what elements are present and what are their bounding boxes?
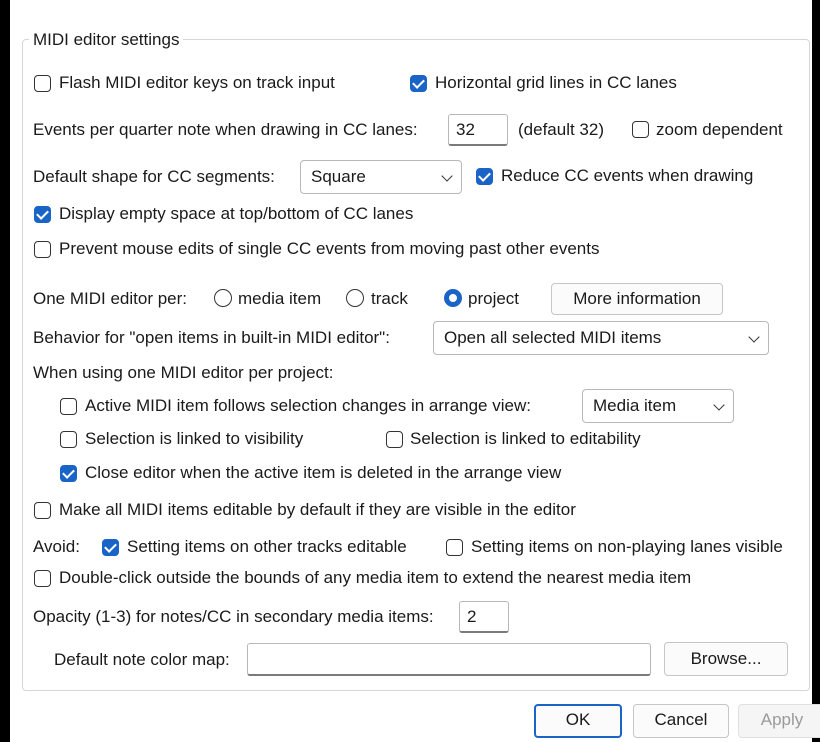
double-click-label: Double-click outside the bounds of any m…: [59, 568, 692, 587]
make-editable-checkbox[interactable]: [34, 502, 51, 519]
chevron-down-icon: [441, 170, 453, 182]
cc-shape-label: Default shape for CC segments:: [33, 167, 275, 186]
note-color-label: Default note color map:: [54, 650, 230, 669]
browse-button[interactable]: Browse...: [664, 642, 788, 676]
preferences-dialog: MIDI editor settings Flash MIDI editor k…: [10, 0, 820, 742]
prevent-edits-checkbox[interactable]: [34, 241, 51, 258]
radio-project-label: project: [468, 289, 520, 308]
close-editor-label: Close editor when the active item is del…: [85, 463, 562, 482]
radio-media-item[interactable]: [214, 289, 232, 307]
open-behavior-label: Behavior for "open items in built-in MID…: [33, 328, 390, 347]
flash-keys-checkbox[interactable]: [34, 75, 51, 92]
open-behavior-value: Open all selected MIDI items: [444, 328, 662, 347]
active-follows-select[interactable]: Media item: [582, 389, 734, 423]
note-color-input[interactable]: [247, 643, 651, 676]
events-per-qn-input[interactable]: 32: [448, 114, 508, 146]
more-information-button[interactable]: More information: [551, 283, 723, 315]
close-editor-checkbox[interactable]: [60, 465, 77, 482]
open-behavior-select[interactable]: Open all selected MIDI items: [433, 321, 769, 355]
horizontal-grid-checkbox[interactable]: [410, 75, 427, 92]
reduce-cc-checkbox[interactable]: [476, 168, 493, 185]
radio-track[interactable]: [346, 289, 364, 307]
chevron-down-icon: [713, 399, 725, 411]
prevent-edits-label: Prevent mouse edits of single CC events …: [59, 239, 600, 258]
per-project-heading: When using one MIDI editor per project:: [33, 363, 334, 382]
active-follows-label: Active MIDI item follows selection chang…: [85, 396, 531, 415]
events-default-label: (default 32): [518, 120, 604, 139]
make-editable-label: Make all MIDI items editable by default …: [59, 500, 576, 519]
avoid-label: Avoid:: [33, 537, 80, 556]
display-empty-checkbox[interactable]: [34, 206, 51, 223]
horizontal-grid-label: Horizontal grid lines in CC lanes: [435, 73, 677, 92]
avoid-non-playing-label: Setting items on non-playing lanes visib…: [471, 537, 783, 556]
cc-shape-select[interactable]: Square: [300, 160, 462, 194]
sel-visibility-checkbox[interactable]: [60, 431, 77, 448]
chevron-down-icon: [748, 331, 760, 343]
ok-button[interactable]: OK: [534, 704, 622, 738]
reduce-cc-label: Reduce CC events when drawing: [501, 166, 754, 185]
avoid-other-tracks-checkbox[interactable]: [102, 539, 119, 556]
active-follows-checkbox[interactable]: [60, 398, 77, 415]
sel-editability-label: Selection is linked to editability: [410, 429, 641, 448]
sel-visibility-label: Selection is linked to visibility: [85, 429, 304, 448]
opacity-label: Opacity (1-3) for notes/CC in secondary …: [33, 607, 434, 626]
group-title: MIDI editor settings: [29, 30, 184, 50]
radio-project[interactable]: [444, 289, 462, 307]
cc-shape-value: Square: [311, 167, 366, 186]
opacity-input[interactable]: 2: [459, 601, 509, 633]
flash-keys-label: Flash MIDI editor keys on track input: [59, 73, 335, 92]
one-editor-label: One MIDI editor per:: [33, 289, 188, 308]
radio-media-item-label: media item: [238, 289, 322, 308]
radio-track-label: track: [371, 289, 408, 308]
apply-button[interactable]: Apply: [738, 704, 820, 738]
cancel-button[interactable]: Cancel: [633, 704, 729, 738]
double-click-checkbox[interactable]: [34, 570, 51, 587]
avoid-other-tracks-label: Setting items on other tracks editable: [127, 537, 407, 556]
zoom-dependent-checkbox[interactable]: [632, 121, 649, 138]
events-per-qn-label: Events per quarter note when drawing in …: [33, 120, 418, 139]
display-empty-label: Display empty space at top/bottom of CC …: [59, 204, 414, 223]
zoom-dependent-label: zoom dependent: [656, 120, 783, 139]
active-follows-value: Media item: [593, 396, 677, 415]
window-frame-right: [812, 0, 820, 742]
avoid-non-playing-checkbox[interactable]: [446, 539, 463, 556]
sel-editability-checkbox[interactable]: [386, 431, 403, 448]
window-frame-left: [0, 0, 10, 742]
